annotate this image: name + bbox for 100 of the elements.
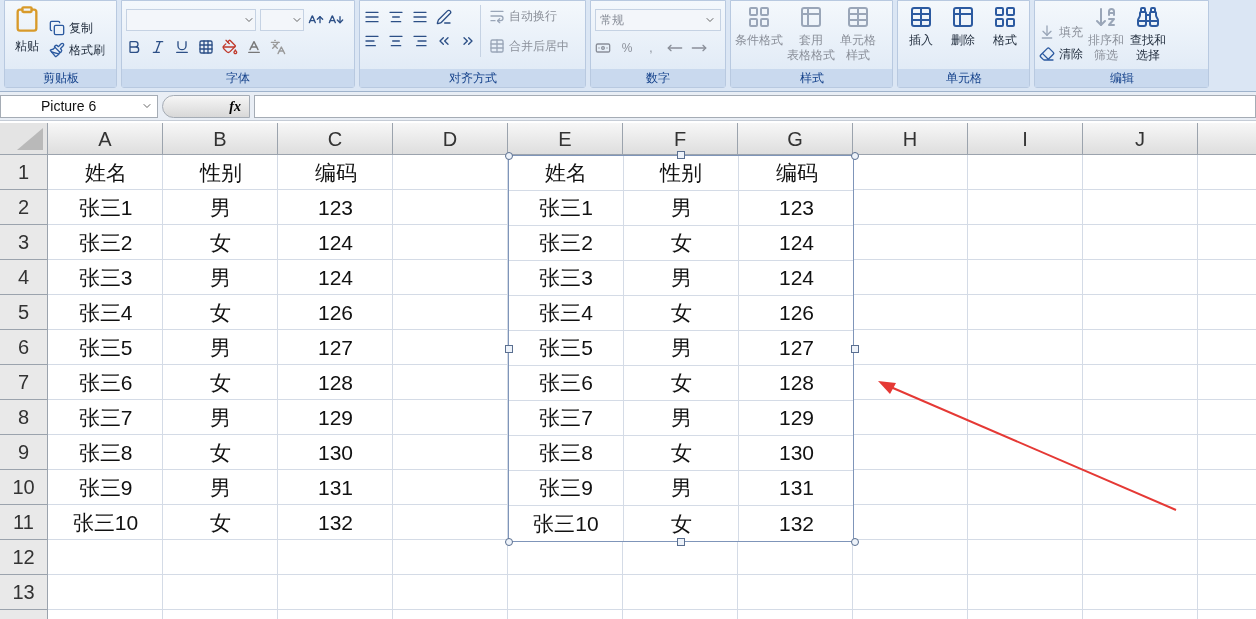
italic-icon[interactable]	[150, 39, 166, 55]
column-header[interactable]	[1198, 123, 1256, 155]
ribbon-button[interactable]: 格式	[986, 5, 1024, 48]
align-bottom-icon[interactable]	[412, 9, 428, 25]
cell-text: 女	[210, 439, 231, 466]
resize-handle[interactable]	[677, 151, 685, 159]
font-color-icon[interactable]	[246, 39, 262, 55]
row-header[interactable]: 3	[0, 225, 48, 260]
ribbon-button[interactable]: 插入	[902, 5, 940, 48]
resize-handle[interactable]	[677, 538, 685, 546]
name-box[interactable]: Picture 6	[0, 94, 158, 118]
cell-text: 123	[317, 194, 353, 221]
column-header[interactable]: I	[968, 123, 1083, 155]
row-header[interactable]: 2	[0, 190, 48, 225]
borders-icon[interactable]	[198, 39, 214, 55]
table-icon	[909, 5, 933, 29]
row-header[interactable]: 9	[0, 435, 48, 470]
cell-text: 女	[210, 509, 231, 536]
picture-cell-text: 129	[778, 405, 814, 432]
picture-cell-text: 姓名	[545, 160, 587, 187]
group-label: 样式	[799, 70, 824, 87]
cell-text: 张三4	[78, 299, 133, 326]
group-label: 编辑	[1109, 70, 1134, 87]
picture-cell-text: 127	[778, 335, 814, 362]
paste-button[interactable]: 粘贴	[9, 5, 45, 55]
ribbon-button[interactable]: 清除	[1039, 43, 1083, 65]
column-header[interactable]: H	[853, 123, 968, 155]
picture-cell-text: 张三9	[539, 475, 593, 502]
cell-text: 张三10	[72, 509, 139, 536]
picture-cell-text: 128	[778, 370, 814, 397]
picture-cell-text: 女	[670, 230, 692, 257]
cell-text: 124	[317, 264, 353, 291]
row-header[interactable]: 12	[0, 540, 48, 575]
cell-text: 张三3	[78, 264, 133, 291]
cell-text: 男	[210, 474, 231, 501]
picture-cell-text: 132	[778, 510, 814, 537]
ribbon-button[interactable]: 格式刷	[49, 39, 105, 61]
formula-input[interactable]	[254, 94, 1256, 118]
cell-text: 男	[210, 334, 231, 361]
row-header[interactable]: 13	[0, 575, 48, 610]
column-header[interactable]: A	[48, 123, 163, 155]
row-header[interactable]: 1	[0, 155, 48, 190]
resize-handle[interactable]	[851, 538, 859, 546]
binoculars-icon	[1136, 5, 1160, 29]
function-button[interactable]: fx	[162, 94, 250, 118]
pasted-table-picture[interactable]: 姓名 性别 编码 张三1 男 123 张三2 女 124 张三3 男 124 张三4 女 126 张三5 男 127 张三6 女 128 张三7 男 129 张三8 女 130 张三9 男 131 张三10 女 132	[508, 155, 854, 542]
column-header[interactable]: F	[623, 123, 738, 155]
cell-text: 130	[317, 439, 353, 466]
cell-text: 132	[317, 509, 353, 536]
resize-handle[interactable]	[851, 345, 859, 353]
row-header[interactable]: 4	[0, 260, 48, 295]
row-header[interactable]: 11	[0, 505, 48, 540]
row-header[interactable]: 7	[0, 365, 48, 400]
cell-text: 张三8	[78, 439, 133, 466]
picture-cell-text: 女	[670, 510, 692, 537]
column-header[interactable]: C	[278, 123, 393, 155]
cell-text: 性别	[199, 159, 242, 186]
font-size-field[interactable]	[260, 9, 304, 31]
align-center-icon[interactable]	[388, 33, 404, 49]
resize-handle[interactable]	[505, 538, 513, 546]
column-header[interactable]: J	[1083, 123, 1198, 155]
picture-cell-text: 张三6	[539, 370, 593, 397]
underline-icon[interactable]	[174, 39, 190, 55]
row-header[interactable]: 6	[0, 330, 48, 365]
table-icon	[846, 5, 870, 29]
cell-text: 张三9	[78, 474, 133, 501]
ribbon-button[interactable]: 查找和 选择	[1129, 5, 1167, 63]
orientation-icon[interactable]	[436, 9, 452, 25]
align-middle-icon[interactable]	[388, 9, 404, 25]
ribbon-button[interactable]: 删除	[944, 5, 982, 48]
column-header[interactable]: G	[738, 123, 853, 155]
ribbon-button[interactable]: 复制	[49, 17, 105, 39]
phonetic-icon[interactable]	[270, 39, 286, 55]
resize-handle[interactable]	[505, 152, 513, 160]
picture-cell-text: 男	[670, 405, 692, 432]
row-header[interactable]: 5	[0, 295, 48, 330]
row-header[interactable]: 10	[0, 470, 48, 505]
fill-color-icon[interactable]	[222, 39, 238, 55]
currency-icon[interactable]	[595, 40, 611, 56]
paintbrush-icon	[49, 42, 65, 58]
cell-text: 131	[317, 474, 353, 501]
picture-cell-text: 123	[778, 195, 814, 222]
column-header[interactable]: E	[508, 123, 623, 155]
picture-cell-text: 126	[778, 300, 814, 327]
picture-cell-text: 张三1	[539, 195, 593, 222]
align-right-icon[interactable]	[412, 33, 428, 49]
group-label: 数字	[646, 70, 670, 87]
picture-cell-text: 张三5	[539, 335, 593, 362]
cell-text: 124	[317, 229, 353, 256]
align-top-icon[interactable]	[364, 9, 380, 25]
font-name-field[interactable]	[126, 9, 256, 31]
column-header[interactable]: B	[163, 123, 278, 155]
group-label: 单元格	[945, 70, 982, 87]
eraser-icon	[1039, 46, 1055, 62]
bold-icon[interactable]	[126, 39, 142, 55]
resize-handle[interactable]	[851, 152, 859, 160]
column-header[interactable]: D	[393, 123, 508, 155]
row-header[interactable]: 8	[0, 400, 48, 435]
align-left-icon[interactable]	[364, 33, 380, 49]
resize-handle[interactable]	[505, 345, 513, 353]
